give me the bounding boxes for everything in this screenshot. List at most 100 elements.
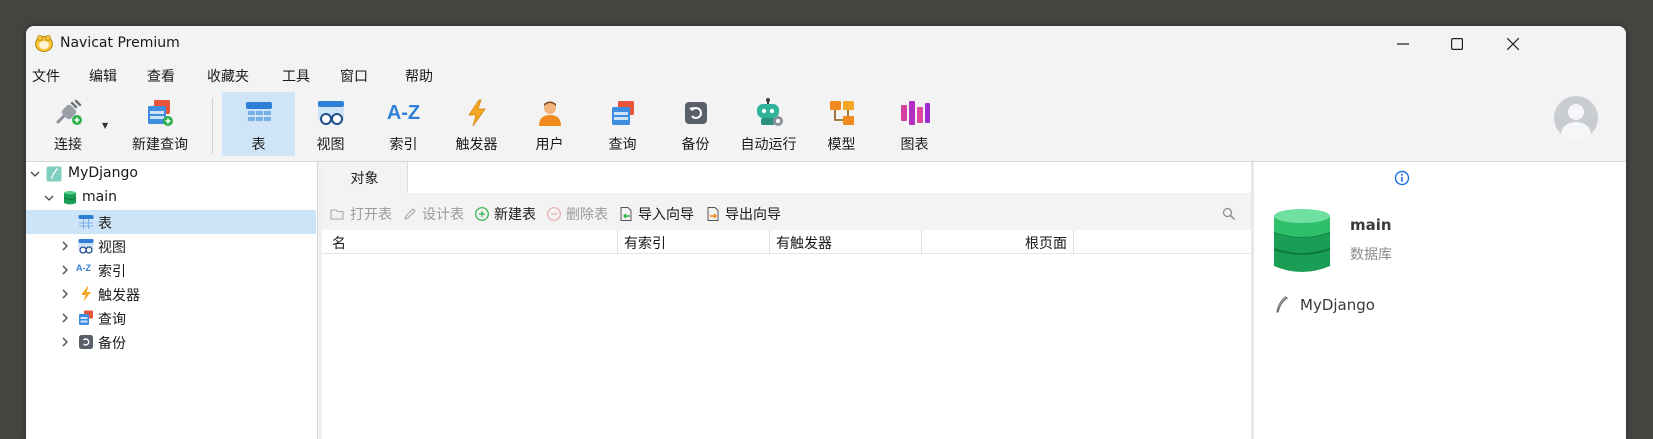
feather-icon [1276,296,1288,313]
column-header-root-page[interactable]: 根页面 [922,230,1074,254]
column-header-has-trigger[interactable]: 有触发器 [770,230,922,254]
tree-item-triggers[interactable]: 触发器 [26,282,316,306]
chart-button[interactable]: 图表 [878,92,951,156]
objects-pane: 对象 打开表 设计表 新建表 删除表 导入向导 导出向导 名 有索引 有触发器 … [322,162,1251,439]
open-table-button[interactable]: 打开表 [330,204,392,224]
chevron-down-icon[interactable] [30,169,40,179]
column-header-name[interactable]: 名 [322,230,618,254]
connect-button[interactable]: 连接 [30,92,106,156]
menu-edit[interactable]: 编辑 [89,66,117,86]
tree-connection[interactable]: MyDjango [26,162,316,186]
tree-item-label: 表 [98,216,112,232]
export-wizard-label: 导出向导 [725,207,781,223]
folder-open-icon [330,209,344,220]
chevron-right-icon[interactable] [60,241,70,251]
title-bar: Navicat Premium [26,26,1626,62]
az-index-icon: A-Z [386,101,421,124]
table-label: 表 [251,137,266,153]
index-button[interactable]: A-Z 索引 [367,92,440,156]
connect-dropdown-icon[interactable]: ▼ [102,121,108,130]
menu-favorites[interactable]: 收藏夹 [207,66,249,86]
tree-item-views[interactable]: 视图 [26,234,316,258]
lightning-icon [81,286,91,302]
tree-item-indexes[interactable]: A-Z 索引 [26,258,316,282]
trigger-button[interactable]: 触发器 [440,92,513,156]
view-button[interactable]: 视图 [294,92,367,156]
chevron-right-icon[interactable] [60,313,70,323]
model-icon [829,101,854,125]
design-table-label: 设计表 [422,207,464,223]
tree-item-tables[interactable]: 表 [26,210,316,234]
close-button[interactable] [1484,26,1542,62]
menu-help[interactable]: 帮助 [405,66,433,86]
column-header-has-index[interactable]: 有索引 [618,230,770,254]
sqlite-connection-icon [46,166,62,182]
new-table-label: 新建表 [494,207,536,223]
user-button[interactable]: 用户 [513,92,586,156]
trigger-label: 触发器 [455,137,498,153]
navigation-tree: MyDjango main 表 视图 A-Z 索引 触发器 查询 备份 [26,162,318,439]
tab-objects[interactable]: 对象 [322,162,408,193]
maximize-icon [1451,38,1463,50]
chevron-right-icon[interactable] [60,337,70,347]
delete-table-button[interactable]: 删除表 [546,204,608,224]
chart-icon [900,101,930,125]
info-object-type: 数据库 [1350,247,1392,263]
menu-view[interactable]: 查看 [147,66,175,86]
model-label: 模型 [827,137,856,153]
close-icon [1507,38,1519,50]
backup-label: 备份 [681,137,710,153]
new-query-button[interactable]: 新建查询 [118,92,202,156]
chevron-down-icon[interactable] [44,193,54,203]
query-button[interactable]: 查询 [586,92,659,156]
backup-button[interactable]: 备份 [659,92,732,156]
menu-window[interactable]: 窗口 [340,66,368,86]
automation-label: 自动运行 [740,137,797,153]
user-avatar[interactable] [1554,96,1598,140]
view-label: 视图 [316,137,345,153]
automation-button[interactable]: 自动运行 [732,92,805,156]
tree-item-label: 触发器 [98,288,140,304]
index-label: 索引 [389,137,418,153]
new-query-label: 新建查询 [132,137,188,153]
tab-bar: 对象 [322,162,1251,193]
new-table-button[interactable]: 新建表 [474,204,536,224]
search-icon[interactable] [1222,207,1236,221]
az-index-icon: A-Z [76,263,91,273]
menu-tools[interactable]: 工具 [282,66,310,86]
plus-circle-icon [475,207,489,221]
table-icon [245,102,272,124]
model-button[interactable]: 模型 [805,92,878,156]
chevron-right-icon[interactable] [60,265,70,275]
toolbar-divider [212,98,213,154]
plug-icon [56,99,82,125]
info-pane: main 数据库 MyDjango [1254,162,1626,439]
tree-item-backups[interactable]: 备份 [26,330,316,354]
tree-item-queries[interactable]: 查询 [26,306,316,330]
menu-file[interactable]: 文件 [32,66,60,86]
minus-circle-icon [547,207,561,221]
tree-connection-label: MyDjango [68,165,138,181]
user-icon [538,101,561,126]
database-large-icon [1273,209,1331,272]
info-icon[interactable] [1394,170,1410,186]
navicat-logo-icon [35,35,53,52]
export-wizard-button[interactable]: 导出向导 [705,204,781,224]
tree-item-label: 查询 [98,312,126,328]
main-toolbar: 连接 ▼ 新建查询 表 视图 A-Z 索引 触发器 用户 查询 备份 自动运行 … [26,88,1626,162]
minimize-button[interactable] [1374,26,1432,62]
table-button[interactable]: 表 [222,92,295,156]
connect-label: 连接 [54,137,82,153]
tree-database[interactable]: main [26,186,316,210]
query-label: 查询 [608,137,637,153]
chevron-right-icon[interactable] [60,289,70,299]
maximize-button[interactable] [1428,26,1486,62]
app-window: Navicat Premium 文件 编辑 查看 收藏夹 工具 窗口 帮助 连接… [26,26,1626,439]
import-wizard-button[interactable]: 导入向导 [618,204,694,224]
design-table-button[interactable]: 设计表 [402,204,464,224]
delete-table-label: 删除表 [566,207,608,223]
tree-database-label: main [82,189,117,205]
info-connection-name: MyDjango [1300,296,1375,314]
user-label: 用户 [535,137,564,153]
view-icon [317,101,344,125]
